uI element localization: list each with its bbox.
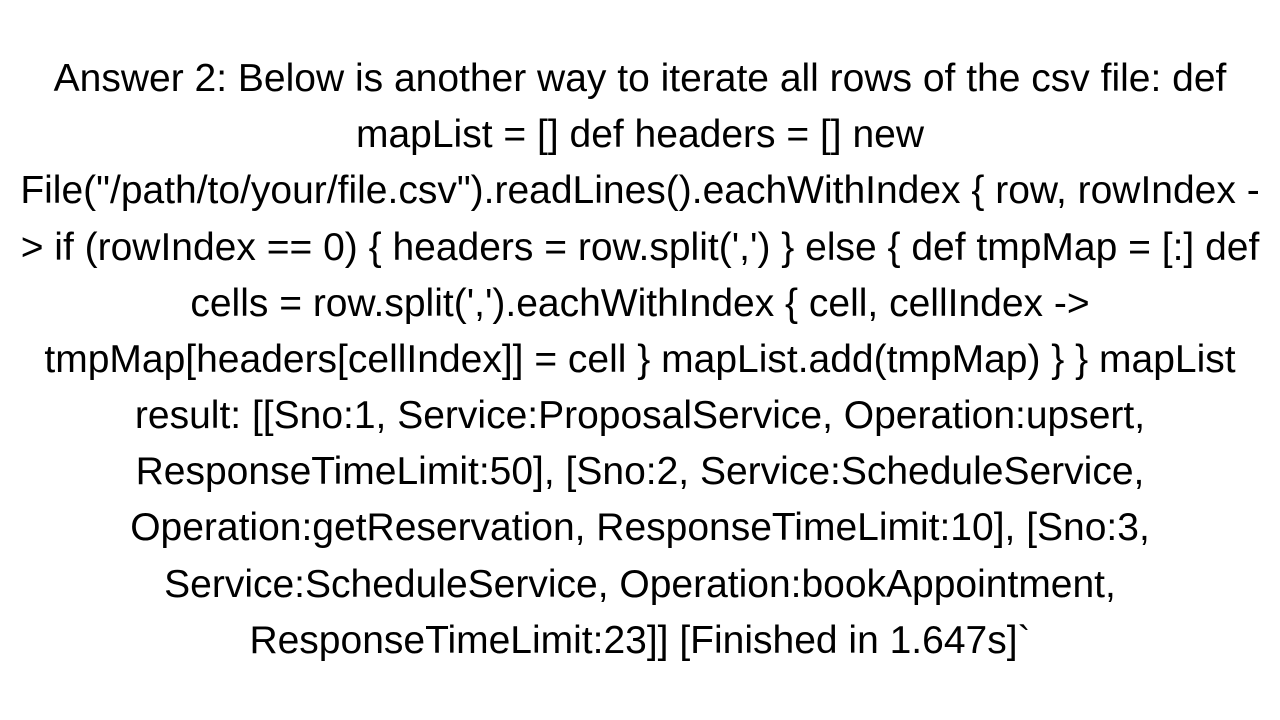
answer-text: Answer 2: Below is another way to iterat… bbox=[0, 51, 1280, 669]
